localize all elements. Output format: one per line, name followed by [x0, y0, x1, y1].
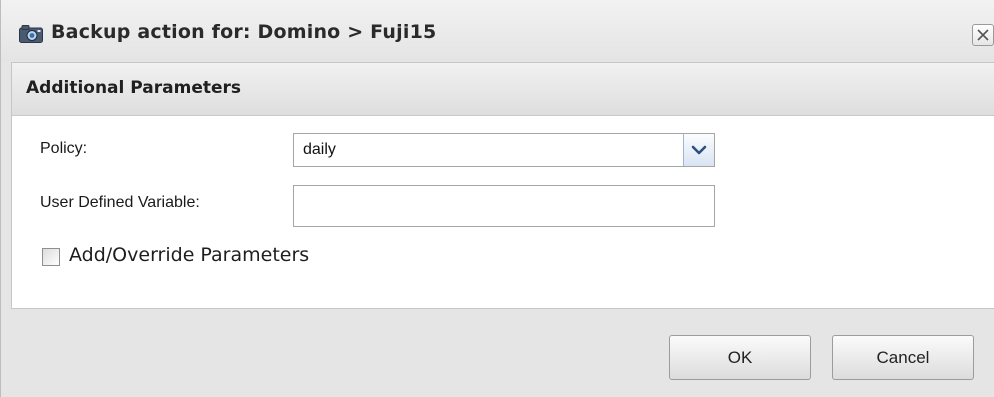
dialog-titlebar[interactable]: Backup action for: Domino > Fuji15 — [1, 0, 994, 62]
add-override-parameters-label[interactable]: Add/Override Parameters — [69, 244, 309, 266]
close-icon — [977, 29, 989, 41]
ok-button[interactable]: OK — [669, 335, 811, 380]
backup-action-dialog: Backup action for: Domino > Fuji15 Addit… — [0, 0, 994, 397]
user-defined-variable-input[interactable] — [293, 185, 715, 227]
section-title: Additional Parameters — [26, 78, 242, 98]
cancel-button[interactable]: Cancel — [832, 335, 974, 380]
user-defined-variable-label: User Defined Variable: — [40, 194, 200, 211]
policy-select-value: daily — [303, 141, 336, 158]
policy-label: Policy: — [40, 140, 88, 157]
add-override-parameters-checkbox[interactable] — [42, 248, 60, 266]
close-button[interactable] — [972, 24, 994, 46]
camera-icon — [19, 25, 43, 43]
dialog-title: Backup action for: Domino > Fuji15 — [51, 21, 437, 43]
policy-dropdown-button[interactable] — [683, 134, 714, 166]
parameters-panel: Additional Parameters Policy: daily User… — [11, 62, 994, 309]
chevron-down-icon — [691, 145, 707, 155]
section-header: Additional Parameters — [12, 63, 994, 116]
policy-select[interactable]: daily — [293, 133, 715, 167]
